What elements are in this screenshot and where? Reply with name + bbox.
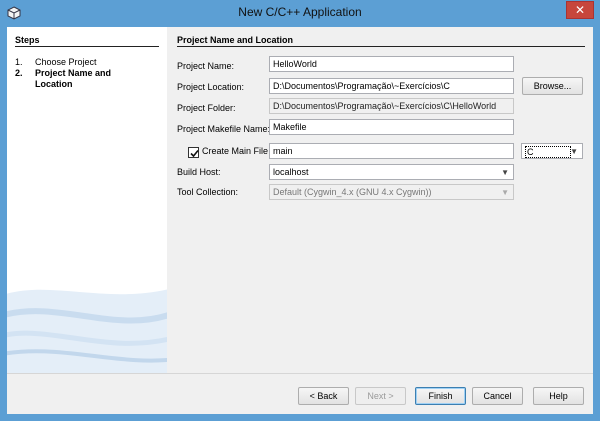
help-button[interactable]: Help	[533, 387, 584, 405]
create-main-checkbox[interactable]	[188, 147, 199, 158]
build-host-value: localhost	[273, 167, 309, 177]
step-label: Project Name and Location	[35, 68, 112, 89]
create-main-label[interactable]: Create Main File	[202, 146, 268, 156]
build-host-select[interactable]: localhost ▼	[269, 164, 514, 180]
main-panel: Project Name and Location Project Name: …	[169, 27, 593, 373]
browse-button[interactable]: Browse...	[522, 77, 583, 95]
close-icon: ✕	[574, 3, 586, 17]
decorative-swoosh	[7, 289, 167, 373]
makefile-input[interactable]: Makefile	[269, 119, 514, 135]
project-folder-label: Project Folder:	[177, 103, 236, 113]
project-location-label: Project Location:	[177, 82, 245, 92]
title-bar[interactable]: New C/C++ Application ✕	[0, 0, 600, 26]
next-button: Next >	[355, 387, 406, 405]
project-name-input[interactable]: HelloWorld	[269, 56, 514, 72]
close-button[interactable]: ✕	[566, 1, 594, 19]
chevron-down-icon: ▼	[501, 168, 509, 177]
main-file-input[interactable]: main	[269, 143, 514, 159]
section-divider	[177, 46, 585, 47]
steps-panel: Steps 1. Choose Project 2. Project Name …	[7, 27, 167, 373]
back-button[interactable]: < Back	[298, 387, 349, 405]
project-name-label: Project Name:	[177, 61, 235, 71]
dialog-window: New C/C++ Application ✕ Steps 1. Choose …	[0, 0, 600, 421]
steps-title: Steps	[15, 35, 40, 45]
language-value: C	[525, 146, 571, 158]
window-title: New C/C++ Application	[238, 5, 362, 19]
project-folder-field: D:\Documentos\Programação\~Exercícios\C\…	[269, 98, 514, 114]
section-title: Project Name and Location	[177, 35, 294, 45]
tool-collection-label: Tool Collection:	[177, 187, 239, 197]
project-location-input[interactable]: D:\Documentos\Programação\~Exercícios\C	[269, 78, 514, 94]
language-select[interactable]: C ▼	[521, 143, 583, 159]
step-number: 2.	[15, 68, 23, 78]
tool-collection-select: Default (Cygwin_4.x (GNU 4.x Cygwin)) ▼	[269, 184, 514, 200]
button-bar: < Back Next > Finish Cancel Help	[7, 373, 593, 414]
build-host-label: Build Host:	[177, 167, 221, 177]
dialog-client: Steps 1. Choose Project 2. Project Name …	[7, 27, 593, 414]
steps-divider	[15, 46, 159, 47]
chevron-down-icon: ▼	[570, 147, 578, 156]
tool-collection-value: Default (Cygwin_4.x (GNU 4.x Cygwin))	[273, 187, 432, 197]
step-number: 1.	[15, 57, 23, 67]
cancel-button[interactable]: Cancel	[472, 387, 523, 405]
makefile-label: Project Makefile Name:	[177, 124, 271, 134]
finish-button[interactable]: Finish	[415, 387, 466, 405]
step-label: Choose Project	[35, 57, 97, 67]
checkmark-icon	[190, 149, 199, 158]
chevron-down-icon: ▼	[501, 188, 509, 197]
